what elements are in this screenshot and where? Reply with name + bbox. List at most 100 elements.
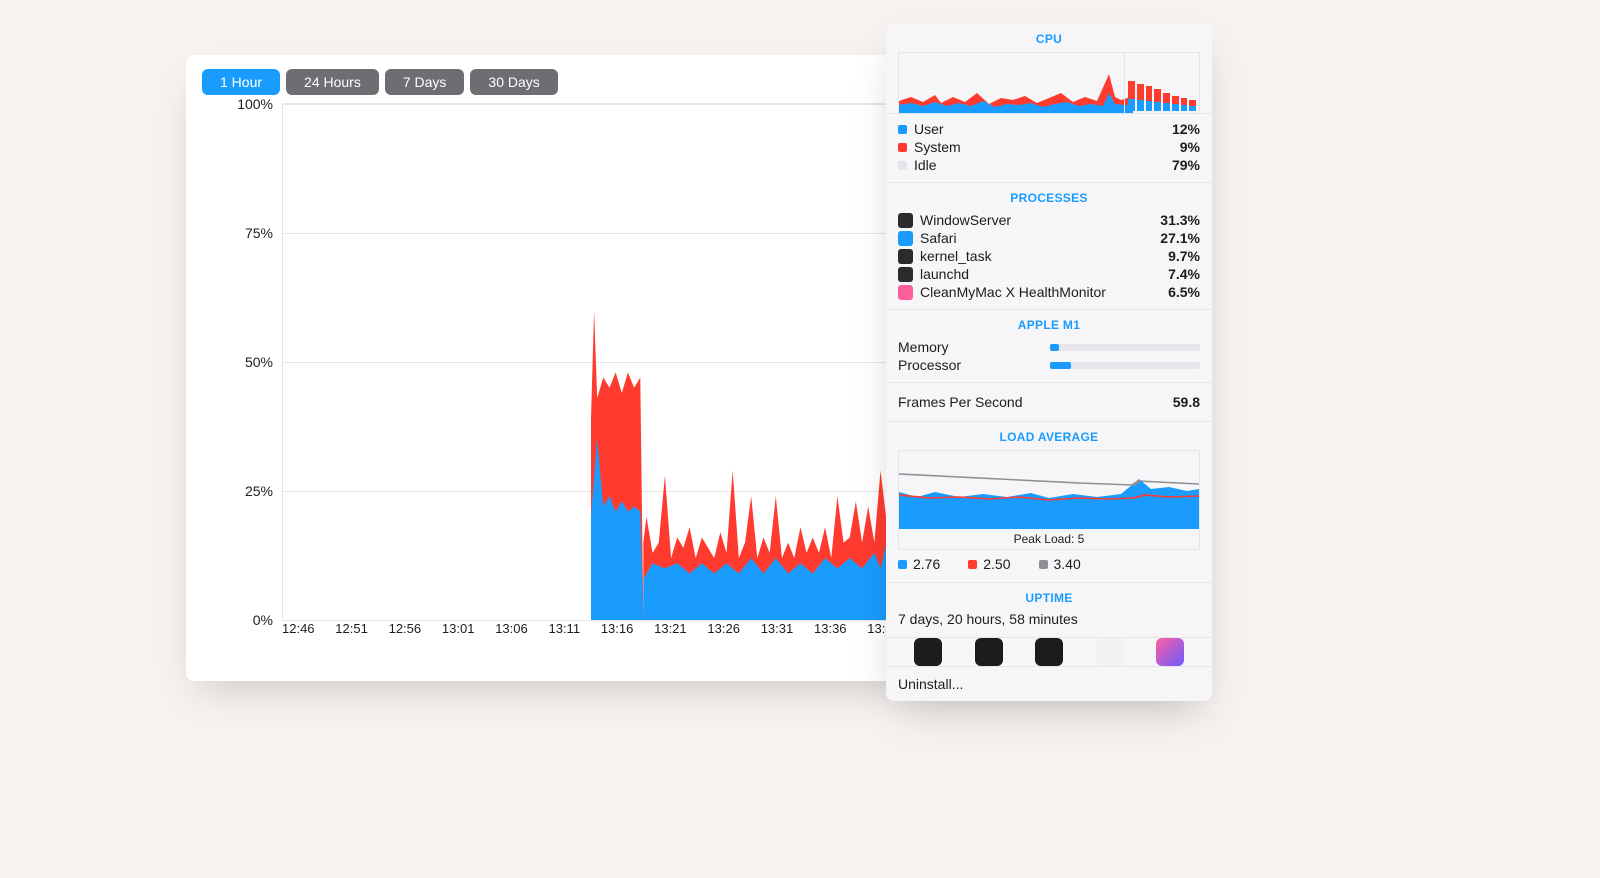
fps-row: Frames Per Second 59.8: [898, 393, 1200, 411]
swatch-system: [898, 143, 907, 152]
istats-icon[interactable]: [1156, 638, 1184, 666]
process-row[interactable]: kernel_task9.7%: [898, 247, 1200, 265]
process-name: WindowServer: [920, 212, 1011, 228]
activity-monitor-icon[interactable]: [914, 638, 942, 666]
legend-label: Idle: [914, 157, 937, 173]
legend-label: System: [914, 139, 961, 155]
pressure-label: Processor: [898, 357, 961, 373]
process-row[interactable]: CleanMyMac X HealthMonitor 6.5%: [898, 283, 1200, 301]
pressure-fill: [1050, 344, 1059, 351]
cpu-core-bar: [1189, 100, 1196, 111]
process-value: 7.4%: [1168, 266, 1200, 282]
pressure-track: [1050, 344, 1200, 351]
load-legend: 2.76 2.50 3.40: [886, 550, 1212, 582]
range-1h[interactable]: 1 Hour: [202, 69, 280, 95]
ylabel: 25%: [245, 483, 273, 499]
m1-heading: APPLE M1: [898, 310, 1200, 338]
legend-value: 79%: [1172, 157, 1200, 173]
cpu-core-bar: [1163, 93, 1170, 111]
xlabel: 12:56: [389, 621, 422, 641]
cpu-core-bar: [1128, 81, 1135, 111]
xlabel: 13:36: [814, 621, 847, 641]
xlabel: 13:06: [495, 621, 528, 641]
legend-value: 9%: [1180, 139, 1200, 155]
process-row[interactable]: launchd 7.4%: [898, 265, 1200, 283]
swatch-1min: [898, 560, 907, 569]
process-icon: [898, 213, 913, 228]
process-name: launchd: [920, 266, 969, 282]
xlabel: 13:16: [601, 621, 634, 641]
time-range-segmented: 1 Hour 24 Hours 7 Days 30 Days: [202, 69, 558, 95]
uptime-value: 7 days, 20 hours, 58 minutes: [898, 611, 1200, 637]
cpu-core-bar: [1154, 89, 1161, 111]
process-icon: [898, 267, 913, 282]
load-heading: LOAD AVERAGE: [898, 422, 1200, 450]
cpu-core-bar: [1181, 98, 1188, 111]
peak-load: Peak Load: 5: [898, 529, 1200, 550]
user-area: [283, 104, 899, 620]
process-value: 31.3%: [1160, 212, 1200, 228]
cpu-mini-chart[interactable]: [898, 52, 1200, 113]
swatch-user: [898, 125, 907, 134]
fps-value: 59.8: [1173, 394, 1200, 410]
quick-launch-bar: [886, 637, 1212, 666]
swatch-5min: [968, 560, 977, 569]
ylabel: 100%: [237, 96, 273, 112]
process-row[interactable]: Safari 27.1%: [898, 229, 1200, 247]
range-7d[interactable]: 7 Days: [385, 69, 465, 95]
legend-label: User: [914, 121, 944, 137]
process-name: CleanMyMac X HealthMonitor: [920, 284, 1106, 300]
load-average-chart[interactable]: [898, 450, 1200, 529]
terminal-icon[interactable]: [1035, 638, 1063, 666]
console-icon[interactable]: [975, 638, 1003, 666]
system-info-icon[interactable]: [1095, 638, 1123, 666]
load-1min: 2.76: [913, 556, 940, 572]
process-name: Safari: [920, 230, 957, 246]
process-value: 27.1%: [1160, 230, 1200, 246]
cpu-core-bars: [1124, 53, 1199, 113]
x-axis: 12:46 12:51 12:56 13:01 13:06 13:11 13:1…: [282, 621, 900, 641]
legend-row: User 12%: [898, 120, 1200, 138]
swatch-15min: [1039, 560, 1048, 569]
process-icon: [898, 285, 913, 300]
cpu-core-bar: [1137, 84, 1144, 111]
pressure-fill: [1050, 362, 1071, 369]
processes-heading: PROCESSES: [898, 183, 1200, 211]
fps-label: Frames Per Second: [898, 394, 1023, 410]
ylabel: 50%: [245, 354, 273, 370]
xlabel: 13:01: [442, 621, 475, 641]
range-24h[interactable]: 24 Hours: [286, 69, 379, 95]
cpu-history-window: 1 Hour 24 Hours 7 Days 30 Days 100% 75% …: [186, 55, 918, 681]
process-icon: [898, 231, 913, 246]
load-5min: 2.50: [983, 556, 1010, 572]
process-name: kernel_task: [920, 248, 992, 264]
process-icon: [898, 249, 913, 264]
range-30d[interactable]: 30 Days: [470, 69, 557, 95]
load-15min: 3.40: [1054, 556, 1081, 572]
pressure-track: [1050, 362, 1200, 369]
uninstall-button[interactable]: Uninstall...: [886, 666, 1212, 701]
legend-value: 12%: [1172, 121, 1200, 137]
process-row[interactable]: WindowServer 31.3%: [898, 211, 1200, 229]
xlabel: 13:21: [654, 621, 687, 641]
cpu-core-bar: [1172, 96, 1179, 111]
process-value: 6.5%: [1168, 284, 1200, 300]
legend-row: Idle 79%: [898, 156, 1200, 174]
ylabel: 75%: [245, 225, 273, 241]
pressure-row: Processor: [898, 356, 1200, 374]
xlabel: 13:11: [548, 621, 580, 641]
swatch-idle: [898, 161, 907, 170]
cpu-history-chart: 100% 75% 50% 25% 0%: [282, 103, 900, 621]
pressure-label: Memory: [898, 339, 949, 355]
ylabel: 0%: [253, 612, 273, 628]
xlabel: 12:51: [335, 621, 368, 641]
legend-row: System 9%: [898, 138, 1200, 156]
cpu-core-bar: [1146, 86, 1153, 111]
cpu-heading: CPU: [886, 24, 1212, 52]
pressure-row: Memory: [898, 338, 1200, 356]
xlabel: 13:31: [761, 621, 794, 641]
stats-sidebar: CPU User 12% System 9% Idle 79% PROCESSE…: [886, 24, 1212, 701]
xlabel: 12:46: [282, 621, 315, 641]
uptime-heading: UPTIME: [898, 583, 1200, 611]
xlabel: 13:26: [707, 621, 740, 641]
